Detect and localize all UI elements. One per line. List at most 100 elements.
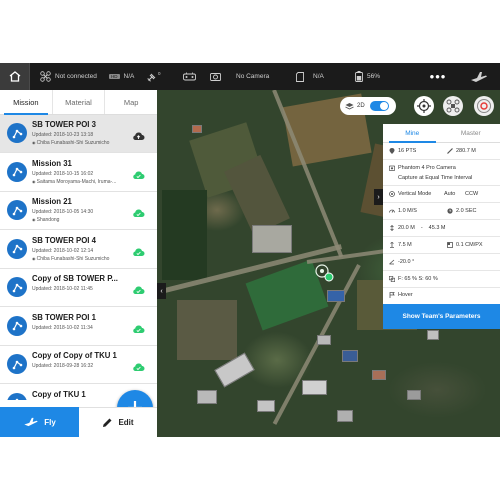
crosshair-icon [417, 99, 431, 113]
mission-name: Copy of Copy of TKU 1 [32, 351, 117, 360]
altitude-row[interactable]: 20.0 M - 45.3 M [383, 220, 500, 237]
shot-interval: 2.0 SEC [447, 208, 476, 214]
mission-updated-time: Updated: 2018-10-05 14:30 [32, 209, 94, 215]
route-distance: 280.7 M [447, 148, 476, 154]
rotation-direction: CCW [465, 191, 479, 197]
mission-updated-time: Updated: 2018-10-02 11:34 [32, 324, 93, 331]
map-building [192, 125, 202, 133]
airplane-icon [24, 417, 38, 427]
mission-list: SB TOWER POI 3 Updated: 2018-10-23 13:18 ◉… [0, 115, 157, 400]
waypoint-mission-icon [7, 200, 27, 220]
fly-label: Fly [44, 417, 56, 427]
mission-list-item[interactable]: SB TOWER POI 3 Updated: 2018-10-23 13:18 ◉… [0, 115, 157, 153]
storage-text: N/A [313, 73, 324, 80]
map-building [197, 390, 217, 404]
home-icon [9, 71, 20, 82]
rc-controller-status[interactable] [183, 63, 196, 90]
gps-status[interactable]: 0 [147, 63, 161, 90]
waypoint-mission-icon [7, 354, 27, 374]
mission-list-item[interactable]: Copy of Copy of TKU 1 Updated: 2018-09-28… [0, 346, 157, 384]
tab-material[interactable]: Material [53, 90, 106, 114]
battery-text: 56% [367, 73, 381, 80]
mission-name: SB TOWER POI 4 [32, 235, 96, 245]
home-button[interactable] [0, 63, 29, 90]
altitude-icon [390, 225, 394, 231]
waypoint-mission-icon [7, 392, 27, 400]
finish-action: Hover [389, 292, 413, 298]
mission-sidebar: Mission Material Map SB TOWER POI 3 Updat… [0, 90, 157, 437]
view-mode-switch[interactable] [369, 101, 389, 111]
timer-icon [447, 208, 453, 214]
sidebar-collapse-button[interactable]: ‹ [157, 283, 166, 299]
flag-icon [389, 292, 395, 298]
aircraft-connection-status[interactable]: Not connected [40, 63, 97, 90]
locate-button[interactable] [414, 96, 434, 116]
cloud-upload-icon[interactable] [132, 128, 145, 146]
cloud-check-icon[interactable] [132, 167, 145, 185]
battery-status[interactable]: 56% [355, 63, 380, 90]
camera-row[interactable]: Phantom 4 Pro Camera Capture at Equal Ti… [383, 160, 500, 186]
more-menu-button[interactable]: ••• [418, 63, 458, 90]
fly-tab-button[interactable]: Fly [0, 407, 79, 437]
app-window: Not connected HD N/A 0 No Camera N/A 56%… [0, 63, 500, 437]
tab-master[interactable]: Master [442, 124, 500, 142]
gimbal-pitch-row[interactable]: -20.0 ° [383, 254, 500, 271]
overlap-icon [389, 276, 395, 282]
params-collapse-button[interactable]: › [374, 189, 383, 205]
map-building [257, 400, 275, 412]
home-point-marker[interactable] [315, 261, 337, 287]
compass-button[interactable] [474, 96, 494, 116]
aircraft-locate-button[interactable] [443, 96, 463, 116]
remote-controller-icon [183, 72, 196, 81]
cloud-check-icon[interactable] [132, 282, 145, 300]
mission-name: Mission 31 [32, 158, 72, 168]
mission-location: ◉ Shandong [32, 217, 60, 223]
finish-action-row[interactable]: Hover [383, 288, 500, 304]
mission-parameters-panel: Mine Master 16 PTS 280.7 M Phantom 4 Pro… [383, 124, 500, 329]
mission-updated-time: Updated: 2018-10-02 12:14 [32, 247, 94, 254]
airplane-icon [471, 71, 487, 82]
speed-row[interactable]: 1.0 M/S 2.0 SEC [383, 203, 500, 220]
gsd-height: 7.5 M [389, 242, 412, 248]
mission-location: ◉ Chiba Funabashi-Shi Suzumicho [32, 255, 110, 262]
cloud-check-icon[interactable] [132, 244, 145, 262]
cloud-check-icon[interactable] [132, 359, 145, 377]
waypoint-mission-icon [7, 315, 27, 336]
mission-list-item[interactable]: Copy of SB TOWER P... Updated: 2018-10-02… [0, 269, 157, 307]
mission-name: Mission 21 [32, 197, 72, 206]
storage-status[interactable]: N/A [296, 63, 324, 90]
mission-list-item[interactable]: Mission 21 Updated: 2018-10-05 14:30 ◉ Sha… [0, 192, 157, 230]
tab-mission[interactable]: Mission [0, 90, 53, 115]
gimbal-pitch: -20.0 ° [389, 259, 414, 265]
overlap-row[interactable]: F: 65 % S: 60 % [383, 271, 500, 288]
height-icon [390, 242, 394, 248]
cloud-check-icon[interactable] [132, 205, 145, 223]
map-field [162, 190, 207, 280]
mission-updated-time: Updated: 2018-10-02 11:45 [32, 286, 93, 292]
camera-status[interactable]: No Camera [210, 63, 269, 90]
camera-status-text: No Camera [236, 73, 270, 80]
edit-tab-button[interactable]: Edit [79, 407, 157, 437]
flight-speed: 1.0 M/S [389, 208, 417, 214]
gps-count: 0 [158, 71, 161, 76]
mission-list-item[interactable]: SB TOWER POI 1 Updated: 2018-10-02 11:34 [0, 307, 157, 346]
flight-mode-row[interactable]: Vertical Mode Auto CCW [383, 186, 500, 203]
pitch-icon [389, 259, 395, 265]
show-team-parameters-button[interactable]: Show Team's Parameters [383, 304, 500, 329]
mission-name: Copy of SB TOWER P... [32, 274, 118, 283]
map-building [427, 330, 439, 340]
mission-list-item[interactable]: Mission 31 Updated: 2018-10-15 16:02 ◉ Sai… [0, 153, 157, 192]
camera-model: Phantom 4 Pro Camera [389, 165, 456, 171]
cloud-check-icon[interactable] [132, 321, 145, 339]
mission-list-item[interactable]: SB TOWER POI 4 Updated: 2018-10-02 12:14 ◉… [0, 230, 157, 269]
rc-signal-status[interactable]: HD N/A [109, 63, 134, 90]
map-building [327, 290, 345, 302]
gsd-row[interactable]: 7.5 M 0.1 CM/PX [383, 237, 500, 254]
gimbal-icon [389, 191, 395, 197]
ground-sample-distance: 0.1 CM/PX [447, 242, 483, 248]
map-view-toggle[interactable]: 2D [340, 97, 396, 115]
tab-mine[interactable]: Mine [383, 124, 442, 143]
fly-mode-button[interactable] [458, 63, 500, 90]
tab-map[interactable]: Map [105, 90, 157, 114]
map-building [407, 390, 421, 400]
